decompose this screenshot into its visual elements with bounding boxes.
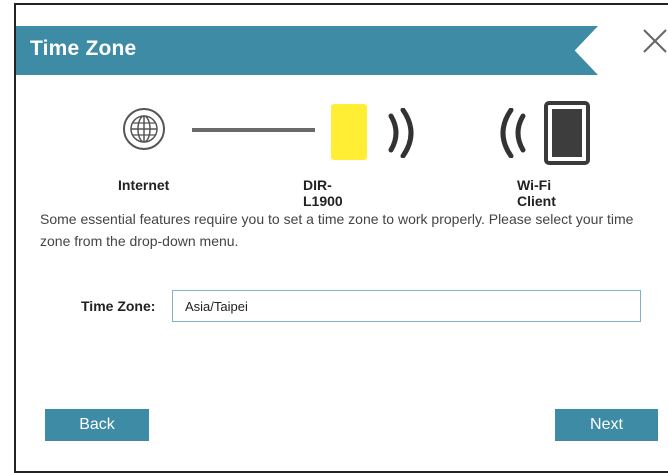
wifi-client-label: Wi-Fi Client (517, 177, 556, 209)
next-button[interactable]: Next (555, 409, 658, 441)
globe-icon (123, 108, 165, 150)
wifi-signal-icon (500, 108, 526, 158)
time-zone-label: Time Zone: (81, 298, 156, 314)
close-icon[interactable] (641, 27, 668, 55)
instructions-text: Some essential features require you to s… (40, 211, 634, 249)
router-label: DIR-L1900 (303, 177, 343, 209)
wifi-signal-icon (388, 108, 414, 158)
dialog-title: Time Zone (30, 37, 137, 60)
phone-icon (544, 101, 590, 165)
internet-label: Internet (118, 177, 170, 193)
back-button[interactable]: Back (45, 409, 149, 441)
time-zone-select[interactable] (172, 290, 641, 322)
router-icon (331, 104, 367, 160)
connection-line (192, 128, 315, 132)
